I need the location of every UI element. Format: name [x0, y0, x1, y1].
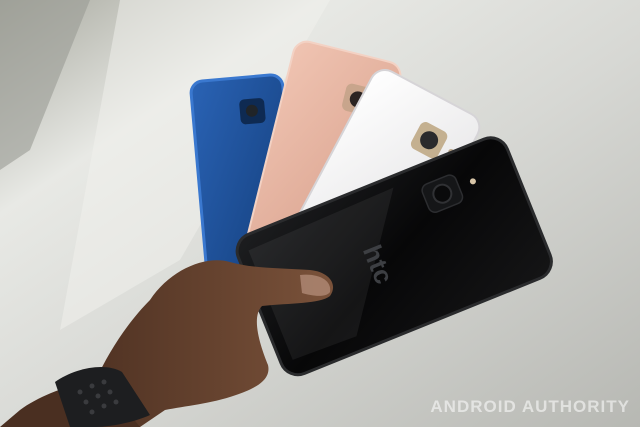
watermark: ANDROID AUTHORITY [430, 397, 630, 416]
photo-illustration: htc [0, 0, 640, 427]
photo-scene: htc ANDROID AUTHORITY [0, 0, 640, 427]
